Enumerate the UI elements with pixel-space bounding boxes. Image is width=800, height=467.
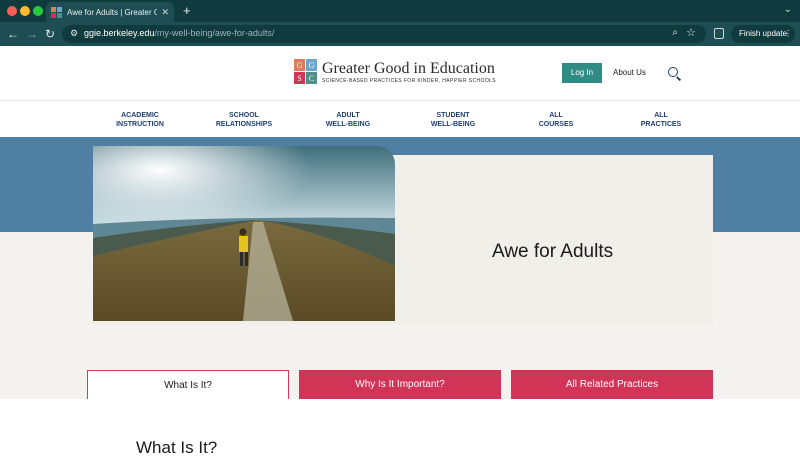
nav-all-practices[interactable]: ALL PRACTICES [611, 111, 711, 129]
content-area [0, 399, 800, 467]
site-tagline: SCIENCE-BASED PRACTICES FOR KINDER, HAPP… [322, 78, 497, 84]
site-header: G G S C Greater Good in Education SCIENC… [0, 46, 800, 100]
nav-student-well-being[interactable]: STUDENT WELL-BEING [403, 111, 503, 129]
page-title: Awe for Adults [492, 241, 614, 262]
section-tabs: What Is It? Why Is It Important? All Rel… [0, 370, 800, 399]
bookmark-star-icon[interactable]: ☆ [686, 26, 696, 39]
address-bar[interactable]: ⚙ ggie.berkeley.edu/my-well-being/awe-fo… [62, 25, 706, 43]
close-window-button[interactable] [7, 6, 17, 16]
site-logo-icon[interactable]: G G S C [294, 59, 317, 84]
maximize-window-button[interactable] [33, 6, 43, 16]
finish-update-button[interactable]: Finish update ⋮ [731, 25, 795, 43]
tab-what-is-it[interactable]: What Is It? [87, 370, 289, 399]
favicon-icon [51, 6, 62, 18]
browser-tab-title: Awe for Adults | Greater Good [67, 7, 158, 17]
browser-tab[interactable]: Awe for Adults | Greater Good ✕ [46, 2, 174, 22]
tab-all-related-practices[interactable]: All Related Practices [511, 370, 713, 399]
zoom-search-icon[interactable]: ⌕ [672, 27, 678, 38]
browser-toolbar: ← → ↻ ⚙ ggie.berkeley.edu/my-well-being/… [0, 22, 800, 46]
hero-image [93, 146, 395, 321]
site-info-icon[interactable]: ⚙ [70, 28, 78, 39]
main-nav: ACADEMIC INSTRUCTION SCHOOL RELATIONSHIPS … [0, 100, 800, 137]
nav-school-relationships[interactable]: SCHOOL RELATIONSHIPS [194, 111, 294, 129]
site-name[interactable]: Greater Good in Education [322, 60, 495, 78]
section-title: What Is It? [136, 438, 218, 457]
login-button[interactable]: Log In [562, 63, 602, 83]
extension-icon[interactable] [714, 28, 724, 39]
back-arrow-icon[interactable]: ← [7, 26, 19, 42]
tab-why-is-it-important[interactable]: Why Is It Important? [299, 370, 501, 399]
nav-adult-well-being[interactable]: ADULT WELL-BEING [298, 111, 398, 129]
nav-all-courses[interactable]: ALL COURSES [506, 111, 606, 129]
forward-arrow-icon[interactable]: → [26, 26, 38, 42]
tab-search-chevron-icon[interactable]: ⌄ [784, 4, 792, 15]
search-icon[interactable] [668, 67, 678, 77]
about-us-link[interactable]: About Us [613, 68, 646, 77]
new-tab-button[interactable]: + [183, 3, 191, 19]
reload-icon[interactable]: ↻ [45, 26, 55, 42]
minimize-window-button[interactable] [20, 6, 30, 16]
browser-tab-strip: Awe for Adults | Greater Good ✕ + ⌄ [0, 0, 800, 22]
url-text[interactable]: ggie.berkeley.edu/my-well-being/awe-for-… [84, 28, 274, 38]
close-tab-icon[interactable]: ✕ [161, 7, 169, 18]
nav-academic-instruction[interactable]: ACADEMIC INSTRUCTION [90, 111, 190, 129]
